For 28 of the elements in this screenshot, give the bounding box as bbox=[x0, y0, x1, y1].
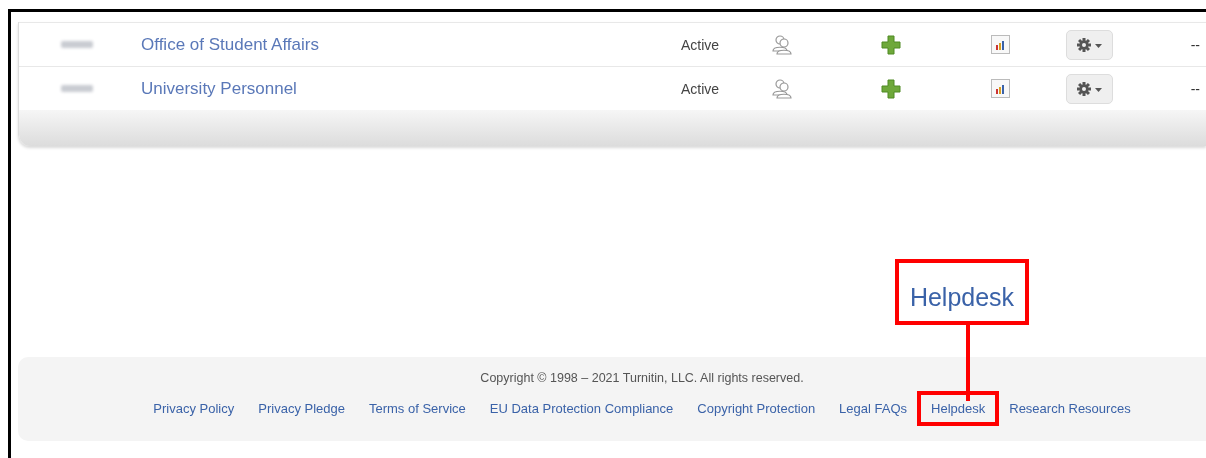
settings-button[interactable] bbox=[1066, 73, 1113, 104]
account-name-link[interactable]: Office of Student Affairs bbox=[141, 34, 319, 55]
report-icon[interactable] bbox=[991, 35, 1010, 54]
table-cell: -- bbox=[1190, 36, 1200, 53]
redacted-id bbox=[61, 85, 93, 92]
footer-link[interactable]: Privacy Pledge bbox=[258, 401, 345, 416]
footer-link[interactable]: Helpdesk bbox=[917, 391, 1000, 426]
gear-icon bbox=[1076, 81, 1103, 96]
add-icon[interactable] bbox=[881, 34, 901, 55]
table-cell: -- bbox=[1190, 80, 1200, 97]
gear-icon bbox=[1076, 37, 1103, 52]
add-icon[interactable] bbox=[881, 78, 901, 99]
users-icon[interactable] bbox=[771, 77, 793, 100]
status-text: Active bbox=[681, 36, 721, 53]
footer-link[interactable]: Research Resources bbox=[1009, 401, 1131, 416]
footer-link[interactable]: Legal FAQs bbox=[839, 401, 908, 416]
redacted-id bbox=[61, 41, 93, 48]
copyright-text: Copyright © 1998 – 2021 Turnitin, LLC. All rights reserved. bbox=[480, 371, 804, 385]
callout-label: Helpdesk bbox=[909, 282, 1015, 312]
report-icon[interactable] bbox=[991, 79, 1010, 98]
footer-link[interactable]: EU Data Protection Compliance bbox=[489, 401, 674, 416]
settings-button[interactable] bbox=[1066, 29, 1113, 60]
footer-link[interactable]: Terms of Service bbox=[369, 401, 466, 416]
status-text: Active bbox=[681, 80, 721, 97]
users-icon[interactable] bbox=[771, 33, 793, 56]
footer-link[interactable]: Privacy Policy bbox=[153, 401, 235, 416]
footer-link[interactable]: Copyright Protection bbox=[697, 401, 816, 416]
account-name-link[interactable]: University Personnel bbox=[141, 78, 297, 99]
